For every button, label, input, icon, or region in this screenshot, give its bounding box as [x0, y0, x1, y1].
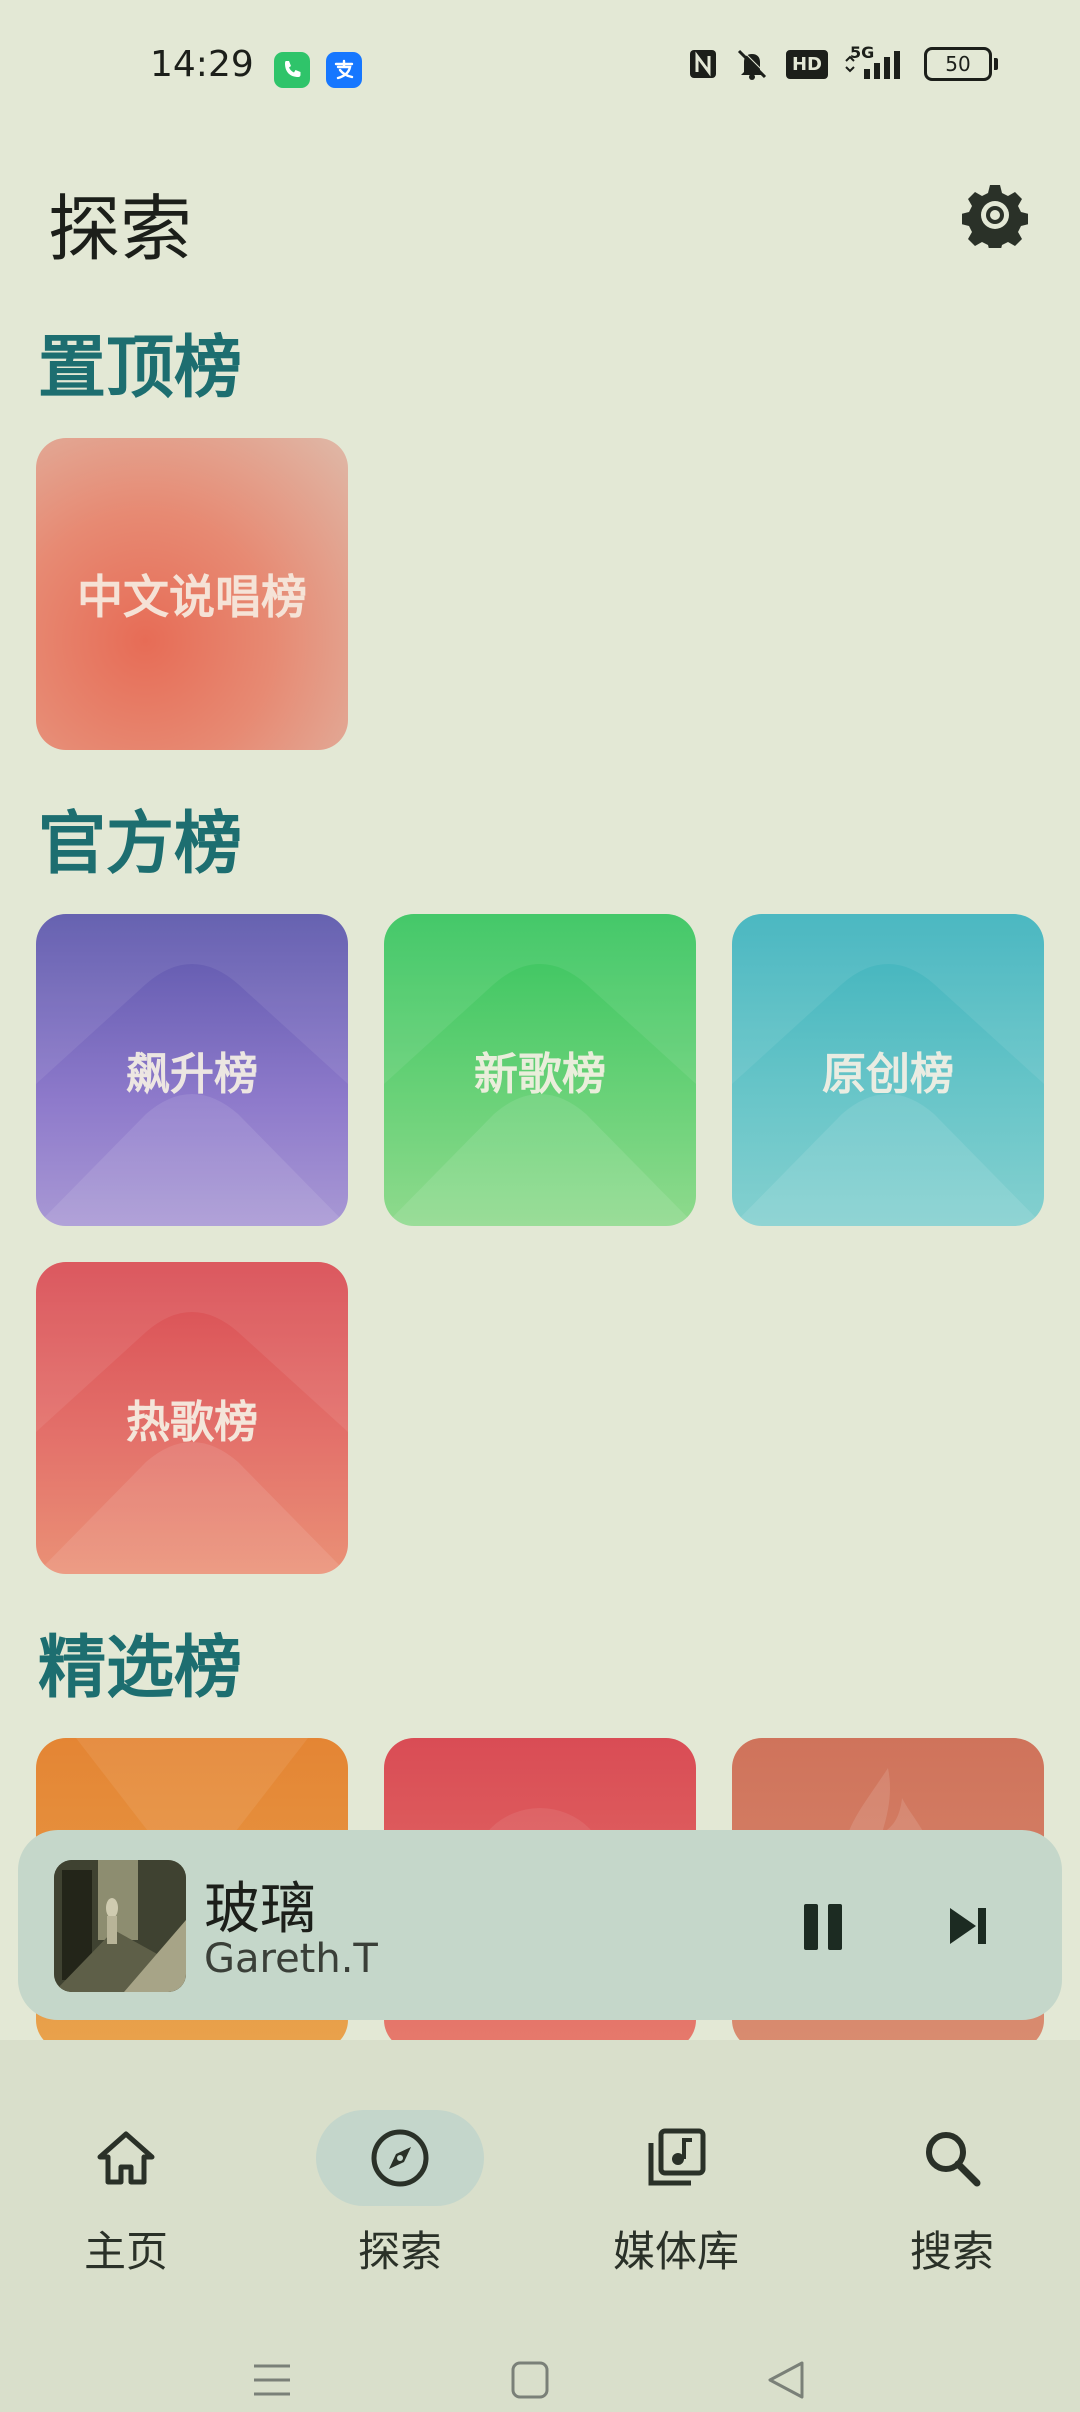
library-icon	[648, 2128, 706, 2186]
album-art[interactable]	[54, 1860, 186, 1992]
tile-label: 中文说唱榜	[77, 570, 307, 624]
home-icon	[97, 2131, 155, 2185]
nav-label: 媒体库	[612, 2227, 739, 2276]
nav-label: 搜索	[909, 2227, 994, 2276]
skip-next-button[interactable]	[944, 1902, 992, 1950]
signal-icon: 5G	[844, 43, 908, 81]
section-title-official: 官方榜	[38, 805, 243, 884]
nav-active-pill	[316, 2110, 484, 2206]
tile-label: 新歌榜	[474, 1049, 606, 1100]
tile-label: 原创榜	[822, 1049, 954, 1100]
battery-icon: 50	[924, 47, 998, 81]
nav-label: 主页	[83, 2227, 168, 2276]
mute-bell-icon	[737, 48, 768, 80]
alipay-app-icon	[326, 52, 362, 88]
page-title: 探索	[48, 187, 193, 271]
chart-tile-soaring[interactable]: 飙升榜	[36, 914, 348, 1226]
settings-gear-icon[interactable]	[962, 182, 1028, 248]
chart-tile-hot-songs[interactable]: 热歌榜	[36, 1262, 348, 1574]
nav-item-library[interactable]: 媒体库	[576, 2110, 776, 2279]
home-system-icon[interactable]	[510, 2360, 550, 2400]
section-title-pinned: 置顶榜	[38, 329, 243, 408]
phone-app-icon	[274, 52, 310, 88]
player-song-title: 玻璃	[204, 1877, 316, 1942]
hd-badge: HD	[785, 49, 828, 79]
mini-player[interactable]: 玻璃 Gareth.T	[18, 1830, 1062, 2020]
section-title-featured: 精选榜	[38, 1629, 243, 1708]
menu-system-icon[interactable]	[252, 2360, 292, 2400]
nav-item-search[interactable]: 搜索	[852, 2110, 1052, 2279]
tile-label: 热歌榜	[126, 1397, 258, 1448]
nav-label: 探索	[357, 2227, 442, 2276]
chart-tile-original[interactable]: 原创榜	[732, 914, 1044, 1226]
status-icons: HD 5G 50	[688, 43, 998, 82]
back-system-icon[interactable]	[766, 2360, 806, 2400]
nfc-icon	[689, 50, 716, 78]
nav-item-explore[interactable]: 探索	[300, 2110, 500, 2279]
tile-label: 飙升榜	[126, 1049, 258, 1100]
chart-tile-new-songs[interactable]: 新歌榜	[384, 914, 696, 1226]
chart-tile-chinese-rap[interactable]: 中文说唱榜	[36, 438, 348, 750]
nav-item-home[interactable]: 主页	[26, 2110, 226, 2279]
status-time: 14:29	[150, 44, 254, 85]
player-artist: Gareth.T	[204, 1936, 378, 1982]
search-icon	[926, 2132, 981, 2187]
pause-button[interactable]	[802, 1904, 844, 1950]
compass-icon	[371, 2129, 429, 2187]
bottom-navigation: 主页 探索 媒体库 搜索	[0, 2040, 1080, 2412]
